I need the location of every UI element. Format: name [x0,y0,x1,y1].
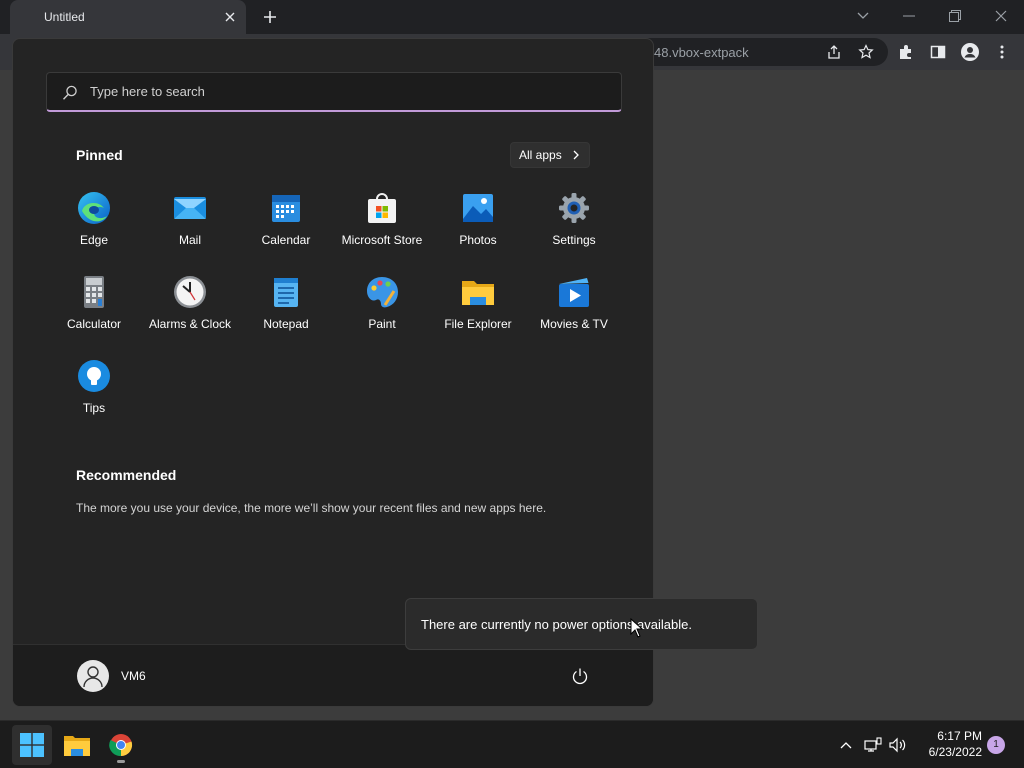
app-photos[interactable]: Photos [430,191,526,271]
running-indicator [117,760,125,763]
search-input[interactable]: Type here to search [46,72,622,112]
app-calendar[interactable]: Calendar [238,191,334,271]
all-apps-button[interactable]: All apps [510,142,590,168]
mouse-cursor-icon [630,618,644,638]
clock-icon [174,276,206,308]
start-button[interactable] [12,725,52,765]
network-icon[interactable] [863,735,883,755]
app-mail[interactable]: Mail [142,191,238,271]
bookmark-star-icon[interactable] [854,40,878,64]
edge-icon [78,192,110,224]
user-name[interactable]: VM6 [121,669,146,683]
tooltip-text: There are currently no power options ava… [421,617,692,632]
paint-icon [367,277,398,308]
search-placeholder: Type here to search [90,84,205,99]
close-window-icon[interactable] [989,6,1013,26]
all-apps-label: All apps [519,148,562,162]
taskbar: 6:17 PM 6/23/2022 1 [0,720,1024,768]
windows-logo-icon [20,733,44,757]
chevron-up-icon [840,742,852,749]
extensions-icon[interactable] [894,40,918,64]
volume-icon[interactable] [888,735,908,755]
calendar-icon [272,195,300,222]
recommended-heading: Recommended [76,467,177,483]
app-tips[interactable]: Tips [46,359,142,439]
chrome-icon [109,734,133,757]
tab-search-icon[interactable] [851,6,875,26]
new-tab-button[interactable] [258,6,282,28]
power-tooltip: There are currently no power options ava… [405,598,758,650]
gear-icon [559,193,589,223]
side-panel-icon[interactable] [926,40,950,64]
clock-date: 6/23/2022 [928,745,982,759]
tab-close-icon[interactable] [222,9,238,25]
clock-time: 6:17 PM [937,729,982,743]
profile-icon[interactable] [958,40,982,64]
search-icon [61,84,79,102]
more-menu-icon[interactable] [990,40,1014,64]
taskbar-clock[interactable]: 6:17 PM 6/23/2022 [916,728,982,760]
app-notepad[interactable]: Notepad [238,275,334,355]
folder-icon [64,736,90,756]
show-hidden-icons-button[interactable] [836,735,856,755]
browser-tab-strip: Untitled [0,0,1024,34]
app-movies-tv[interactable]: Movies & TV [526,275,622,355]
photos-icon [463,194,493,222]
restore-icon[interactable] [943,6,967,26]
app-edge[interactable]: Edge [46,191,142,271]
mail-icon [174,197,206,219]
store-icon [368,193,396,223]
power-button[interactable] [569,665,591,687]
app-file-explorer[interactable]: File Explorer [430,275,526,355]
app-microsoft-store[interactable]: Microsoft Store [334,191,430,271]
start-footer: VM6 [13,644,653,706]
notification-badge[interactable]: 1 [987,736,1005,754]
folder-icon [462,281,494,305]
pinned-heading: Pinned [76,147,123,163]
app-settings[interactable]: Settings [526,191,622,271]
notepad-icon [274,278,298,307]
movies-icon [559,278,589,307]
app-label: Settings [552,233,596,247]
app-label: Tips [82,401,106,415]
minimize-icon[interactable] [897,6,921,26]
app-calculator[interactable]: Calculator [46,275,142,355]
browser-tab[interactable]: Untitled [10,0,246,34]
avatar[interactable] [77,660,109,692]
lightbulb-icon [78,360,110,392]
app-paint[interactable]: Paint [334,275,430,355]
app-alarms-clock[interactable]: Alarms & Clock [142,275,238,355]
calculator-icon [84,276,104,308]
taskbar-file-explorer[interactable] [57,725,97,765]
url-text: 48.vbox-extpack [654,45,749,60]
chevron-right-icon [573,150,579,160]
recommended-text: The more you use your device, the more w… [76,501,547,515]
taskbar-chrome[interactable] [101,725,141,765]
tab-title: Untitled [44,10,85,24]
app-label: Movies & TV [540,317,608,331]
share-icon[interactable] [822,40,846,64]
power-icon [572,668,588,685]
